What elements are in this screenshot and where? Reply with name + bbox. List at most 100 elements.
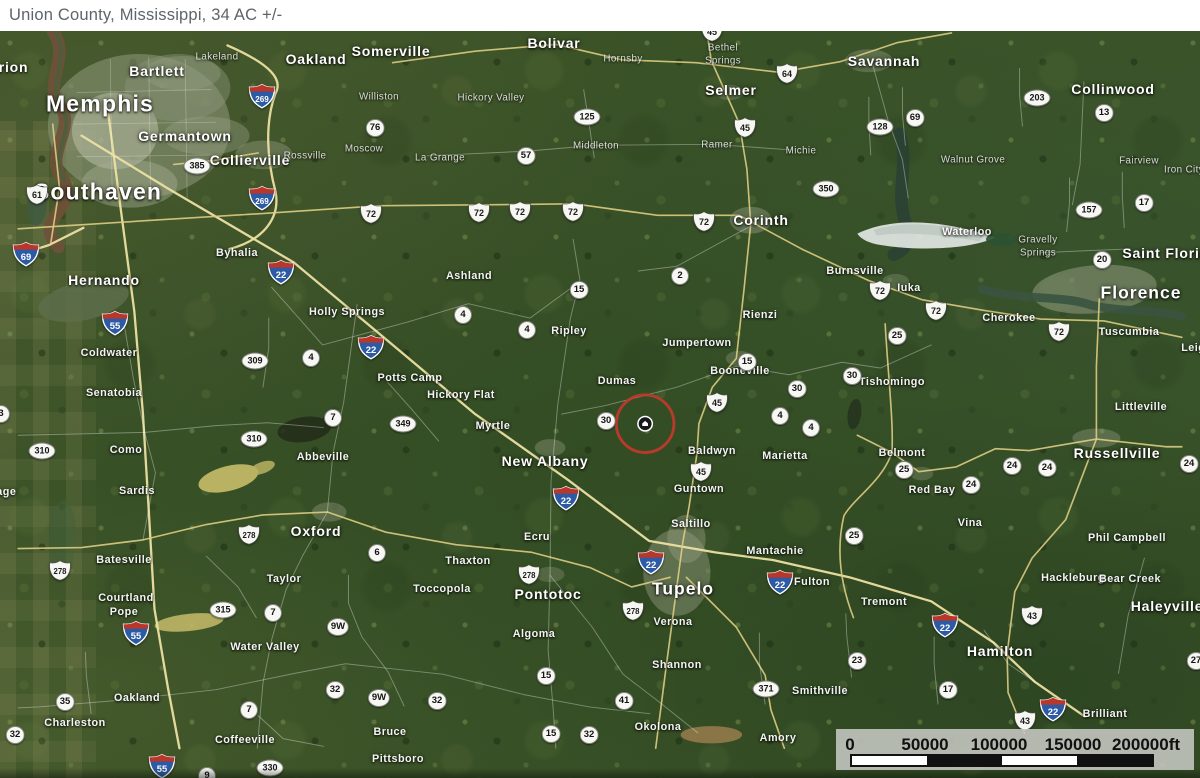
route-shield: 4	[454, 306, 472, 324]
scale-bar-segment	[852, 756, 927, 765]
svg-text:22: 22	[775, 580, 786, 591]
city-label: Ashland	[446, 270, 492, 282]
route-shield: 15	[542, 725, 561, 743]
city-label: Savannah	[848, 53, 921, 69]
route-shield: 349	[390, 416, 417, 433]
us-route-shield: 45	[700, 31, 724, 42]
route-shield: 203	[1024, 90, 1051, 107]
route-shield: 20	[1093, 251, 1112, 269]
city-label: Ecru	[524, 531, 550, 543]
route-shield: 315	[210, 602, 237, 619]
svg-text:61: 61	[32, 190, 42, 200]
city-label: Abbeville	[297, 451, 350, 463]
city-label: Oakland	[114, 692, 160, 704]
city-label: Myrtle	[476, 420, 511, 432]
route-shield: 128	[867, 119, 894, 136]
city-label: Holly Springs	[309, 306, 385, 318]
route-shield: 13	[1095, 104, 1114, 122]
city-label: Tuscumbia	[1099, 326, 1160, 338]
route-shield: 32	[580, 726, 599, 744]
route-shield: 24	[1038, 459, 1057, 477]
route-shield: 57	[517, 147, 536, 165]
city-label: Shannon	[652, 659, 702, 671]
city-label: Coffeeville	[215, 734, 275, 746]
route-shield: 309	[242, 353, 269, 370]
svg-text:22: 22	[561, 496, 572, 507]
city-label: Tishomingo	[859, 376, 925, 388]
us-route-shield: 61	[25, 183, 49, 205]
city-label: Iron City	[1164, 165, 1200, 178]
us-route-shield: 72	[508, 200, 532, 222]
svg-text:278: 278	[242, 531, 256, 540]
us-route-shield: 45	[733, 116, 757, 138]
interstate-shield: 22	[268, 259, 295, 285]
interstate-shield: 22	[1040, 696, 1067, 722]
city-label: Bartlett	[129, 63, 184, 79]
city-label: Russellville	[1074, 445, 1161, 461]
city-label: Vina	[958, 517, 983, 529]
city-label: Middleton	[573, 141, 619, 154]
city-label: Fulton	[794, 576, 830, 588]
route-shield: 9W	[327, 618, 349, 636]
city-label: Saltillo	[671, 518, 710, 530]
city-label: Selmer	[705, 82, 757, 98]
route-shield: 15	[537, 667, 556, 685]
city-label: Moscow	[345, 144, 383, 157]
city-label: Courtland	[98, 592, 153, 604]
svg-text:269: 269	[255, 197, 269, 206]
city-label: Marietta	[762, 450, 807, 462]
city-label: Bolivar	[527, 35, 580, 51]
svg-text:22: 22	[366, 345, 377, 356]
route-shield: 15	[570, 281, 589, 299]
interstate-shield: 55	[123, 620, 150, 646]
route-shield: 30	[788, 380, 807, 398]
us-route-shield: 72	[1047, 320, 1071, 342]
city-label: Rossville	[284, 151, 327, 164]
svg-text:45: 45	[696, 467, 706, 477]
scale-tick-label: 200000ft	[1112, 735, 1180, 755]
svg-text:72: 72	[474, 208, 484, 218]
city-label: Amory	[760, 732, 797, 744]
title-bar: Union County, Mississippi, 34 AC +/-	[0, 0, 1200, 31]
city-label: Hackleburg	[1041, 572, 1105, 584]
us-route-shield: 72	[692, 210, 716, 232]
city-label: Phil Campbell	[1088, 532, 1166, 544]
svg-text:278: 278	[53, 567, 67, 576]
svg-text:45: 45	[707, 31, 717, 37]
route-shield: 3	[0, 405, 10, 423]
route-shield: 371	[753, 681, 780, 698]
scale-bar-segment	[1077, 756, 1152, 765]
city-label: Walnut Grove	[941, 155, 1005, 168]
route-shield: 4	[771, 407, 789, 425]
svg-text:45: 45	[740, 123, 750, 133]
city-label: Littleville	[1115, 401, 1167, 413]
route-shield: 32	[326, 681, 345, 699]
us-route-shield: 278	[237, 523, 261, 545]
route-shield: 4	[518, 321, 536, 339]
city-label: Williston	[359, 92, 399, 105]
svg-text:55: 55	[131, 631, 142, 642]
city-label: Hickory Valley	[458, 93, 525, 106]
route-shield: 2	[671, 267, 689, 285]
route-shield: 24	[1180, 455, 1199, 473]
svg-text:72: 72	[366, 209, 376, 219]
route-shield: 157	[1076, 202, 1103, 219]
city-label: Hornsby	[603, 54, 642, 67]
page-title: Union County, Mississippi, 34 AC +/-	[0, 0, 1200, 30]
route-shield: 330	[257, 760, 284, 777]
us-route-shield: 72	[868, 279, 892, 301]
map-labels-layer: MemphisSouthavenFlorenceTupeloMarionBart…	[0, 31, 1200, 778]
us-route-shield: 278	[517, 563, 541, 585]
route-shield: 32	[428, 692, 447, 710]
scale-tick-label: 50000	[901, 735, 948, 755]
svg-text:22: 22	[1048, 707, 1059, 718]
svg-text:72: 72	[1054, 327, 1064, 337]
city-label: Florence	[1101, 283, 1182, 304]
svg-text:22: 22	[276, 270, 287, 281]
us-route-shield: 72	[924, 299, 948, 321]
satellite-map[interactable]: MemphisSouthavenFlorenceTupeloMarionBart…	[0, 31, 1200, 778]
scale-bar	[850, 754, 1154, 767]
city-label: Pope	[110, 606, 138, 618]
city-label: Marion	[0, 59, 28, 75]
city-label: Fairview	[1119, 156, 1159, 169]
